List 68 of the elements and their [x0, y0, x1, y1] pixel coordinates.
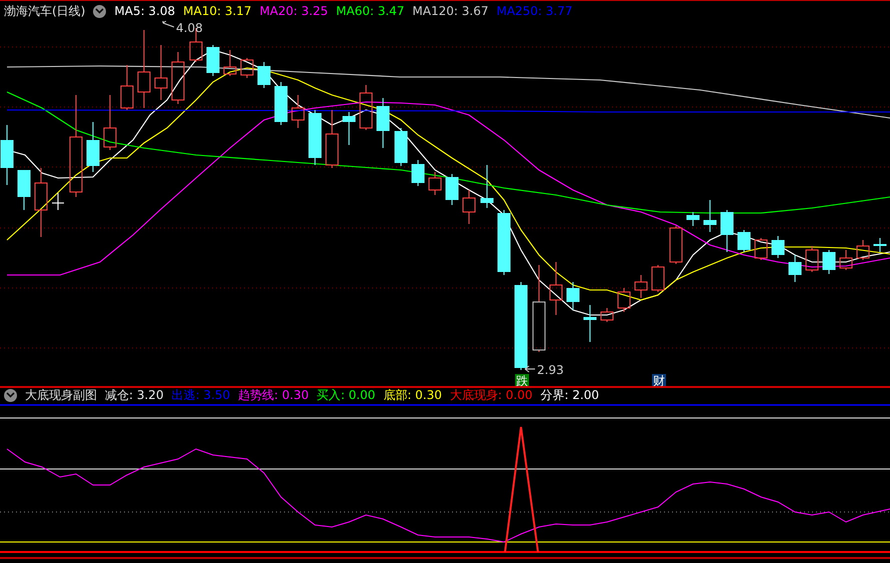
- candlestick: [738, 230, 750, 252]
- candlestick: [652, 264, 664, 292]
- candlestick: [446, 174, 458, 206]
- candlestick: [840, 250, 852, 270]
- candlestick: [342, 112, 356, 146]
- candlestick: [154, 44, 168, 100]
- candlestick: [874, 238, 886, 252]
- candlestick: [670, 226, 682, 264]
- candlestick: [360, 84, 372, 130]
- indicator-value: 出逃: 3.50: [172, 387, 230, 404]
- candlestick: [618, 288, 630, 312]
- indicator-value: MA250: 3.77: [496, 3, 573, 20]
- candlestick: [720, 210, 734, 252]
- candlestick: [498, 210, 510, 276]
- candlestick: [822, 250, 836, 274]
- dropdown-button[interactable]: [4, 388, 17, 402]
- candlestick: [104, 94, 116, 150]
- indicator-value: 买入: 0.00: [316, 387, 376, 404]
- candlestick: [206, 44, 220, 76]
- candlestick: [326, 110, 338, 168]
- candlestick: [584, 304, 596, 342]
- candlestick: [52, 192, 64, 210]
- candlestick: [462, 190, 476, 224]
- candlestick: [0, 124, 14, 186]
- candlestick: [806, 246, 818, 272]
- chevron-icon: [6, 392, 15, 398]
- candlestick: [754, 238, 768, 260]
- candlestick: [120, 64, 134, 110]
- indicator-value: MA20: 3.25: [260, 3, 328, 20]
- chart-title: 大底现身副图: [25, 387, 97, 404]
- indicator-value: 趋势线: 0.30: [238, 387, 309, 404]
- candlestick: [224, 50, 236, 76]
- candlestick: [550, 262, 562, 316]
- indicator-value: MA60: 3.47: [336, 3, 404, 20]
- candlestick: [412, 160, 424, 186]
- indicator-value: MA120: 3.67: [412, 3, 488, 20]
- indicator-value: MA10: 3.17: [183, 3, 252, 20]
- candlestick: [86, 122, 100, 172]
- indicator-value: MA5: 3.08: [114, 3, 176, 20]
- candlestick: [600, 308, 614, 322]
- chevron-icon: [95, 8, 104, 14]
- low-price-label: 2.93: [524, 363, 564, 377]
- indicator-value: 分界: 2.00: [540, 387, 600, 404]
- candlestick: [274, 82, 288, 126]
- candlestick: [34, 168, 48, 238]
- candlestick: [788, 254, 802, 282]
- candlestick: [394, 128, 408, 166]
- chart-title: 渤海汽车(日线): [4, 3, 86, 20]
- indicator-value: 大底现身: 0.00: [450, 387, 532, 404]
- candlestick: [566, 282, 580, 310]
- candlestick: [18, 170, 30, 210]
- indicator-value: 底部: 0.30: [383, 387, 442, 404]
- candlestick: [686, 212, 700, 226]
- candlestick: [172, 52, 184, 104]
- indicator-value: 减仓: 3.20: [105, 387, 164, 404]
- candlestick: [856, 240, 870, 260]
- candlestick: [292, 94, 304, 128]
- candlestick: [480, 164, 494, 208]
- candlestick: [258, 62, 270, 88]
- candlestick: [240, 58, 254, 78]
- candlestick: [428, 172, 442, 196]
- high-price-label: 4.08: [162, 21, 203, 35]
- candlestick: [308, 110, 322, 166]
- candlestick: [376, 98, 390, 148]
- candlestick: [634, 274, 648, 298]
- dropdown-button[interactable]: [93, 4, 106, 18]
- candlestick: [704, 200, 716, 232]
- candlestick: [772, 236, 784, 258]
